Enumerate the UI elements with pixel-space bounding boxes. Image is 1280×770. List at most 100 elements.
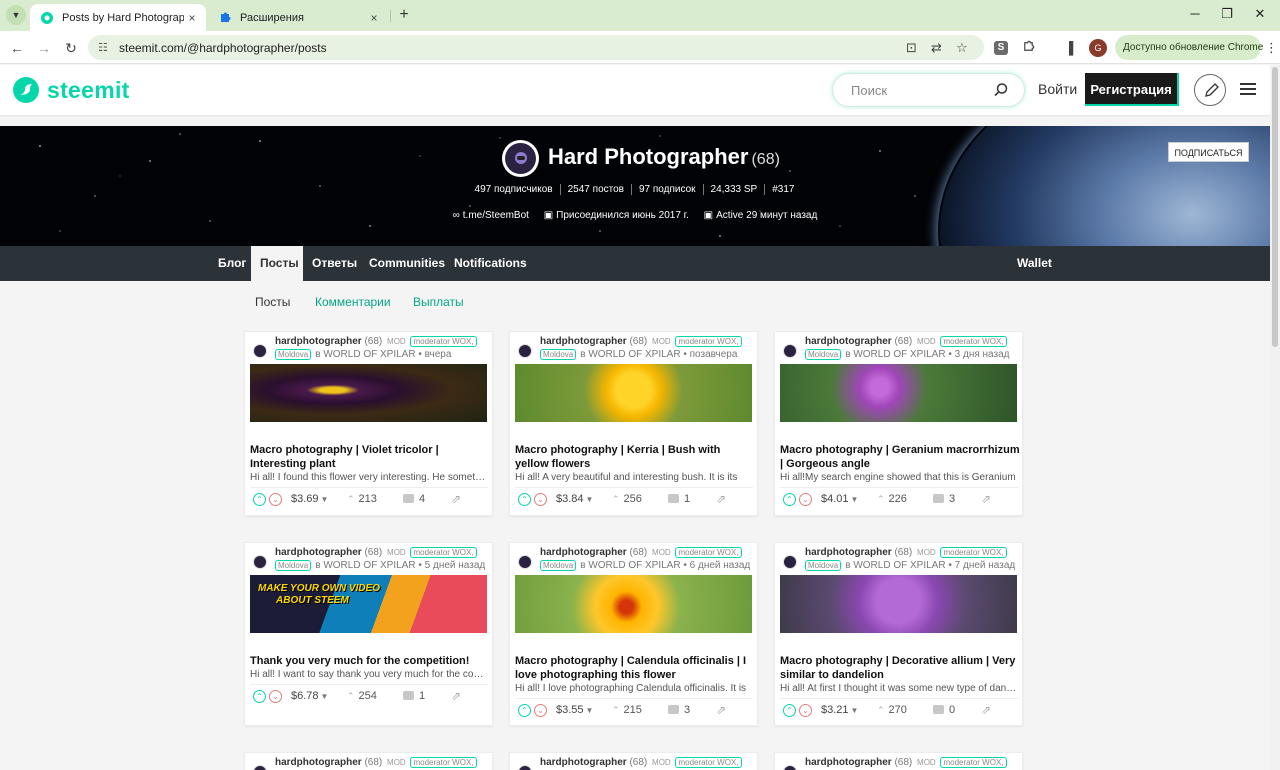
post-votes[interactable]: ⌃ 213 (347, 493, 377, 505)
downvote-icon[interactable]: ⌄ (269, 690, 282, 703)
profile-link[interactable]: ∞ t.me/SteemBot (453, 210, 529, 221)
author-avatar[interactable] (253, 765, 267, 770)
post-card-partial[interactable]: hardphotographer (68) MOD moderator WOX, (774, 752, 1023, 770)
author-avatar[interactable] (783, 344, 797, 358)
downvote-icon[interactable]: ⌄ (799, 493, 812, 506)
tab-close-icon[interactable]: × (366, 11, 382, 25)
post-time[interactable]: • 3 дня назад (948, 349, 1009, 360)
extension-s-icon[interactable]: S (994, 41, 1008, 55)
reload-icon[interactable]: ↻ (62, 39, 80, 57)
post-card-5[interactable]: hardphotographer (68) MOD moderator WOX,… (509, 542, 758, 726)
nav-replies[interactable]: Ответы (303, 246, 366, 281)
tab-search-button[interactable]: ▼ (6, 5, 26, 25)
post-card-partial[interactable]: hardphotographer (68) MOD moderator WOX, (244, 752, 493, 770)
post-title[interactable]: Macro photography | Decorative allium | … (780, 654, 1020, 682)
post-votes[interactable]: ⌃ 215 (612, 704, 642, 716)
new-tab-button[interactable]: + (396, 5, 412, 25)
community-link[interactable]: в WORLD OF XPILAR (845, 349, 945, 360)
forward-arrow-icon[interactable]: → (35, 39, 53, 57)
post-excerpt[interactable]: Hi all!My search engine showed that this… (780, 472, 1018, 483)
resteem-icon[interactable]: ⇗ (451, 689, 461, 703)
author-name[interactable]: hardphotographer (275, 757, 362, 768)
post-card-partial[interactable]: hardphotographer (68) MOD moderator WOX, (509, 752, 758, 770)
chrome-menu-icon[interactable]: ⋮ (1265, 40, 1278, 56)
resteem-icon[interactable]: ⇗ (981, 492, 991, 506)
post-excerpt[interactable]: Hi all! I want to say thank you very muc… (250, 669, 488, 680)
post-payout[interactable]: $4.01 ▼ (821, 493, 858, 505)
back-arrow-icon[interactable]: ← (8, 39, 26, 57)
community-link[interactable]: в WORLD OF XPILAR (580, 560, 680, 571)
post-thumbnail[interactable] (250, 364, 487, 422)
post-votes[interactable]: ⌃ 270 (877, 704, 907, 716)
minimize-button[interactable]: ─ (1180, 6, 1210, 21)
post-thumbnail[interactable] (515, 575, 752, 633)
nav-notifications[interactable]: Notifications (445, 246, 536, 281)
nav-blog[interactable]: Блог (209, 246, 255, 281)
community-link[interactable]: в WORLD OF XPILAR (580, 349, 680, 360)
browser-tab-posts[interactable]: Posts by Hard Photographer (68) × (30, 4, 206, 31)
post-votes[interactable]: ⌃ 256 (612, 493, 642, 505)
post-title[interactable]: Macro photography | Calendula officinali… (515, 654, 755, 682)
post-card-3[interactable]: hardphotographer (68) MOD moderator WOX,… (774, 331, 1023, 516)
maximize-button[interactable]: ❐ (1212, 6, 1242, 22)
post-comments[interactable]: 4 (403, 493, 425, 505)
post-time[interactable]: • вчера (418, 349, 451, 360)
resteem-icon[interactable]: ⇗ (451, 492, 461, 506)
upvote-icon[interactable]: ⌃ (518, 704, 531, 717)
upvote-icon[interactable]: ⌃ (253, 493, 266, 506)
post-votes[interactable]: ⌃ 254 (347, 690, 377, 702)
downvote-icon[interactable]: ⌄ (534, 704, 547, 717)
subtab-payouts[interactable]: Выплаты (413, 295, 464, 309)
post-title[interactable]: Macro photography | Geranium macrorrhizu… (780, 443, 1020, 471)
post-excerpt[interactable]: Hi all! I love photographing Calendula o… (515, 683, 753, 694)
post-thumbnail[interactable] (780, 575, 1017, 633)
bookmark-star-icon[interactable]: ☆ (956, 40, 968, 56)
post-comments[interactable]: 0 (933, 704, 955, 716)
author-avatar[interactable] (253, 344, 267, 358)
hamburger-menu-icon[interactable] (1240, 83, 1256, 96)
author-avatar[interactable] (783, 765, 797, 770)
author-name[interactable]: hardphotographer (805, 547, 892, 558)
downvote-icon[interactable]: ⌄ (269, 493, 282, 506)
follow-button[interactable]: ПОДПИСАТЬСЯ (1168, 142, 1249, 162)
post-thumbnail[interactable] (515, 364, 752, 422)
post-excerpt[interactable]: Hi all! I found this flower very interes… (250, 472, 488, 483)
post-thumbnail[interactable] (780, 364, 1017, 422)
post-excerpt[interactable]: Hi all! A very beautiful and interesting… (515, 472, 753, 483)
stat-followers[interactable]: 497 подписчиков (468, 184, 560, 195)
post-excerpt[interactable]: Hi all! At first I thought it was some n… (780, 683, 1018, 694)
post-comments[interactable]: 3 (668, 704, 690, 716)
author-avatar[interactable] (253, 555, 267, 569)
post-title[interactable]: Thank you very much for the competition! (250, 654, 490, 668)
post-card-1[interactable]: hardphotographer (68) MOD moderator WOX,… (244, 331, 493, 516)
community-link[interactable]: в WORLD OF XPILAR (315, 560, 415, 571)
search-input[interactable] (851, 83, 991, 98)
post-payout[interactable]: $3.69 ▼ (291, 493, 328, 505)
upvote-icon[interactable]: ⌃ (253, 690, 266, 703)
compose-button[interactable] (1194, 74, 1226, 106)
post-payout[interactable]: $6.78 ▼ (291, 690, 328, 702)
post-card-6[interactable]: hardphotographer (68) MOD moderator WOX,… (774, 542, 1023, 726)
post-payout[interactable]: $3.21 ▼ (821, 704, 858, 716)
upvote-icon[interactable]: ⌃ (783, 704, 796, 717)
author-name[interactable]: hardphotographer (805, 757, 892, 768)
search-box[interactable] (832, 73, 1025, 107)
author-avatar[interactable] (783, 555, 797, 569)
post-title[interactable]: Macro photography | Kerria | Bush with y… (515, 443, 755, 471)
translate-icon[interactable]: ⇄ (931, 40, 942, 56)
post-card-4[interactable]: hardphotographer (68) MOD moderator WOX,… (244, 542, 493, 726)
author-name[interactable]: hardphotographer (275, 336, 362, 347)
post-votes[interactable]: ⌃ 226 (877, 493, 907, 505)
post-time[interactable]: • 6 дней назад (683, 560, 750, 571)
side-panel-icon[interactable]: ▐ (1061, 40, 1077, 56)
nav-communities[interactable]: Communities (360, 246, 454, 281)
scrollbar-thumb[interactable] (1272, 67, 1278, 347)
search-icon[interactable] (993, 82, 1009, 98)
author-name[interactable]: hardphotographer (540, 336, 627, 347)
extensions-puzzle-icon[interactable] (1020, 40, 1036, 56)
community-link[interactable]: в WORLD OF XPILAR (315, 349, 415, 360)
subtab-comments[interactable]: Комментарии (315, 295, 391, 309)
tab-close-icon[interactable]: × (184, 11, 200, 25)
resteem-icon[interactable]: ⇗ (716, 703, 726, 717)
site-info-icon[interactable]: ☷ (98, 41, 108, 54)
